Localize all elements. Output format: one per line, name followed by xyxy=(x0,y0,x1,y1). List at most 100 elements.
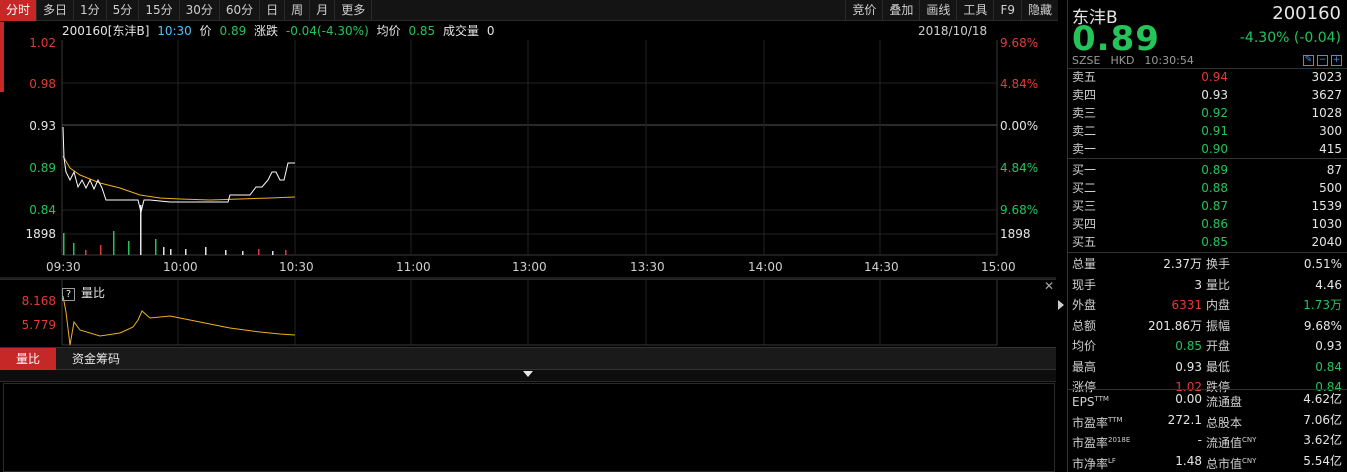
time-label: 15:00 xyxy=(981,260,1016,274)
close-icon[interactable]: ✕ xyxy=(1044,279,1054,293)
lb-axis-1: 8.168 xyxy=(21,294,56,308)
level-volume: 1030 xyxy=(1311,217,1342,231)
volume-bar xyxy=(258,249,260,255)
edit-icon[interactable]: ✎ xyxy=(1303,55,1314,66)
stats-row: 总额 201.86万 振幅 9.68% xyxy=(1072,316,1342,336)
stats-row: 外盘 6331 内盘 1.73万 xyxy=(1072,295,1342,315)
level-volume: 3023 xyxy=(1311,70,1342,84)
axis-right-4: 4.84% xyxy=(1000,161,1039,175)
tab-5min[interactable]: 5分 xyxy=(107,0,140,21)
tab-volume-ratio[interactable]: 量比 xyxy=(0,348,57,370)
volume-bar xyxy=(63,233,65,255)
stat-value: 0.93 xyxy=(1175,359,1202,374)
order-book-row[interactable]: 卖四 0.93 3627 xyxy=(1072,86,1342,104)
level-volume: 87 xyxy=(1326,163,1342,177)
overlay-button[interactable]: 叠加 xyxy=(883,0,921,21)
order-book-row[interactable]: 买一 0.89 87 xyxy=(1072,161,1342,179)
help-icon[interactable]: ? xyxy=(62,288,75,301)
stat-label: 换手 xyxy=(1206,257,1231,271)
quote-time: 10:30:54 xyxy=(1144,54,1194,67)
auction-button[interactable]: 竞价 xyxy=(845,0,884,21)
stat-value: 9.68% xyxy=(1303,318,1342,333)
level-price: 0.85 xyxy=(1201,235,1228,249)
axis-right-2: 4.84% xyxy=(1000,77,1039,91)
order-book-row[interactable]: 买四 0.86 1030 xyxy=(1072,215,1342,233)
average-price-line xyxy=(62,155,296,201)
tab-30min[interactable]: 30分 xyxy=(180,0,220,21)
order-book-row[interactable]: 卖二 0.91 300 xyxy=(1072,122,1342,140)
expand-right-icon[interactable] xyxy=(1058,300,1064,310)
bottom-content-area xyxy=(3,383,1055,472)
stat-label: 总额 xyxy=(1072,318,1097,333)
level-label: 卖二 xyxy=(1072,124,1097,138)
tab-15min[interactable]: 15分 xyxy=(139,0,180,21)
fin-value: 5.54亿 xyxy=(1303,453,1342,468)
order-book-row[interactable]: 卖五 0.94 3023 xyxy=(1072,68,1342,86)
volume-bar xyxy=(128,241,130,255)
tab-intraday[interactable]: 分时 xyxy=(0,0,38,21)
period-toolbar: 分时 多日 1分 5分 15分 30分 60分 日 周 月 更多 竞价 叠加 画… xyxy=(0,0,1058,21)
level-label: 买一 xyxy=(1072,163,1097,177)
fin-value: 4.62亿 xyxy=(1303,392,1342,406)
time-label: 11:00 xyxy=(396,260,431,274)
level-label: 买三 xyxy=(1072,199,1097,213)
axis-right-1: 9.68% xyxy=(1000,36,1039,50)
tab-more[interactable]: 更多 xyxy=(335,0,373,21)
level-volume: 1028 xyxy=(1311,106,1342,120)
plus-box-icon[interactable]: + xyxy=(1331,55,1342,66)
stats-row: 最高 0.93 最低 0.84 xyxy=(1072,357,1342,377)
tab-capital-chips[interactable]: 资金筹码 xyxy=(56,348,136,370)
fin-value: - xyxy=(1197,433,1202,447)
level-price: 0.88 xyxy=(1201,181,1228,195)
stat-value: 201.86万 xyxy=(1148,318,1202,333)
stat-label: 最高 xyxy=(1072,359,1097,374)
volume-bar xyxy=(140,205,142,255)
stat-label: 均价 xyxy=(1072,339,1097,353)
fin-value: 7.06亿 xyxy=(1303,412,1342,427)
stat-value: 0.51% xyxy=(1303,257,1342,271)
time-label: 14:30 xyxy=(864,260,899,274)
order-book-row[interactable]: 卖三 0.92 1028 xyxy=(1072,104,1342,122)
tab-1min[interactable]: 1分 xyxy=(74,0,107,21)
level-price: 0.92 xyxy=(1201,106,1228,120)
level-volume: 3627 xyxy=(1311,88,1342,102)
bottom-tabs: 量比 资金筹码 xyxy=(0,347,1056,370)
tab-day[interactable]: 日 xyxy=(260,0,286,21)
level-volume: 415 xyxy=(1319,142,1342,156)
divider xyxy=(1068,252,1347,253)
stat-value: 2.37万 xyxy=(1163,257,1202,271)
stat-value: 4.46 xyxy=(1315,277,1342,292)
volume-bar xyxy=(242,251,244,255)
hide-button[interactable]: 隐藏 xyxy=(1022,0,1058,21)
volume-bar xyxy=(163,247,165,255)
stock-code: 200160 xyxy=(1272,3,1341,24)
level-label: 卖一 xyxy=(1072,142,1097,156)
quote-panel: 东沣B 200160 0.89 -4.30% (-0.04) SZSE HKD 10… xyxy=(1067,0,1347,472)
exchange-line: SZSE HKD 10:30:54 xyxy=(1072,54,1204,67)
draw-line-button[interactable]: 画线 xyxy=(920,0,958,21)
financial-row: 市盈率2018E - 流通值CNY 3.62亿 xyxy=(1072,430,1342,450)
tab-month[interactable]: 月 xyxy=(310,0,336,21)
level-price: 0.94 xyxy=(1201,70,1228,84)
axis-right-vol: 1898 xyxy=(1000,227,1031,241)
order-book-row[interactable]: 买五 0.85 2040 xyxy=(1072,233,1342,251)
f9-button[interactable]: F9 xyxy=(994,0,1022,21)
tab-60min[interactable]: 60分 xyxy=(220,0,261,21)
volume-bar xyxy=(225,250,227,255)
order-book-row[interactable]: 买三 0.87 1539 xyxy=(1072,197,1342,215)
minus-box-icon[interactable]: − xyxy=(1317,55,1328,66)
volume-bar xyxy=(73,243,75,255)
order-book-row[interactable]: 卖一 0.90 415 xyxy=(1072,140,1342,158)
stat-value: 0.93 xyxy=(1315,339,1342,353)
current-price: 0.89 xyxy=(1072,19,1160,59)
tools-button[interactable]: 工具 xyxy=(957,0,995,21)
tab-week[interactable]: 周 xyxy=(285,0,311,21)
order-book-row[interactable]: 买二 0.88 500 xyxy=(1072,179,1342,197)
collapse-down-icon[interactable] xyxy=(523,371,533,377)
volume-bar xyxy=(285,250,287,255)
fin-label: 总市值CNY xyxy=(1206,456,1257,471)
axis-left-3: 0.93 xyxy=(29,119,56,133)
tab-multi-day[interactable]: 多日 xyxy=(37,0,75,21)
stat-value: 1.73万 xyxy=(1303,298,1342,312)
